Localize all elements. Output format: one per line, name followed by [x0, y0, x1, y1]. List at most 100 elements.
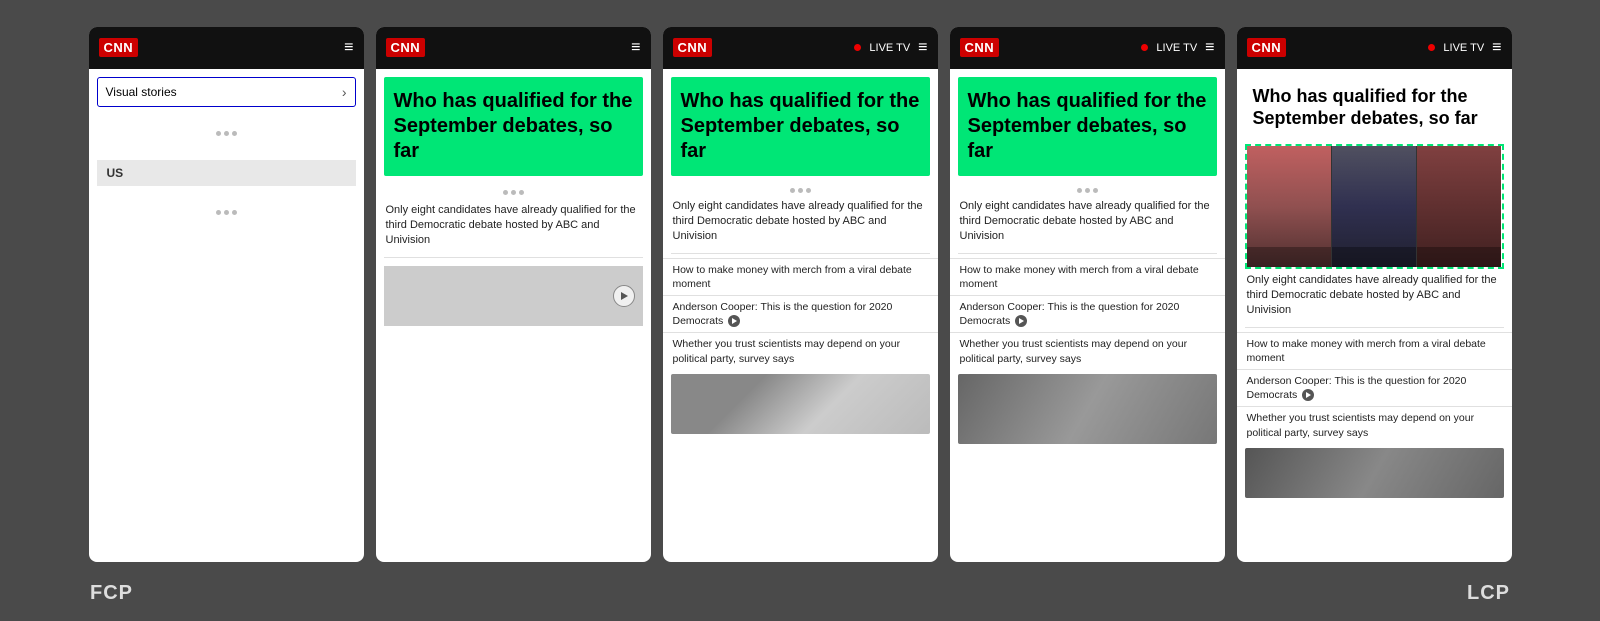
- bottom-image-3: [671, 374, 930, 434]
- main-container: CNN ≡ Visual stories › US CNN ≡: [0, 17, 1600, 572]
- sub-article-3c[interactable]: Whether you trust scientists may depend …: [663, 332, 938, 369]
- headline-title-box-2: Who has qualified for the September deba…: [384, 77, 643, 176]
- headline-title-text-2: Who has qualified for the September deba…: [394, 89, 633, 164]
- play-icon-5: [1302, 389, 1314, 401]
- article-text-3: Only eight candidates have already quali…: [663, 199, 938, 245]
- live-tv-section-4: LIVE TV ≡: [1141, 39, 1214, 57]
- live-tv-section-3: LIVE TV ≡: [854, 39, 927, 57]
- video-area-2[interactable]: [384, 266, 643, 326]
- hamburger-icon-3[interactable]: ≡: [918, 39, 927, 57]
- article-text-2: Only eight candidates have already quali…: [376, 203, 651, 249]
- phone-content-5: Who has qualified for the September deba…: [1237, 69, 1512, 562]
- sub-article-5c[interactable]: Whether you trust scientists may depend …: [1237, 406, 1512, 443]
- phone-content-1: Visual stories › US: [89, 69, 364, 562]
- loading-dots-1: [89, 111, 364, 156]
- dot-13: [1077, 188, 1082, 193]
- cnn-header-3: CNN LIVE TV ≡: [663, 27, 938, 69]
- divider-2: [384, 257, 643, 258]
- live-dot-4: [1141, 44, 1148, 51]
- live-dot-3: [854, 44, 861, 51]
- play-icon-3: [728, 315, 740, 327]
- sub-article-4c[interactable]: Whether you trust scientists may depend …: [950, 332, 1225, 369]
- dot-11: [798, 188, 803, 193]
- dot-15: [1093, 188, 1098, 193]
- phone-frame-1: CNN ≡ Visual stories › US: [89, 27, 364, 562]
- phone-frame-4: CNN LIVE TV ≡ Who has qualified for the …: [950, 27, 1225, 562]
- bottom-image-4: [958, 374, 1217, 444]
- loading-dots-3: [376, 182, 651, 203]
- loading-dots-2: [89, 190, 364, 235]
- dot-1: [216, 131, 221, 136]
- visual-stories-label: Visual stories: [106, 85, 177, 99]
- headline-title-box-4: Who has qualified for the September deba…: [958, 77, 1217, 176]
- loading-dots-5: [950, 182, 1225, 199]
- visual-stories-arrow: ›: [342, 84, 347, 100]
- divider-3: [671, 253, 930, 254]
- cnn-header-2: CNN ≡: [376, 27, 651, 69]
- divider-5: [1245, 327, 1504, 328]
- cnn-header-5: CNN LIVE TV ≡: [1237, 27, 1512, 69]
- sub-article-3b[interactable]: Anderson Cooper: This is the question fo…: [663, 295, 938, 332]
- headline-title-box-3: Who has qualified for the September deba…: [671, 77, 930, 176]
- sub-article-5a[interactable]: How to make money with merch from a vira…: [1237, 332, 1512, 369]
- phone-frame-2: CNN ≡ Who has qualified for the Septembe…: [376, 27, 651, 562]
- live-tv-section-5: LIVE TV ≡: [1428, 39, 1501, 57]
- live-tv-label-5[interactable]: LIVE TV: [1443, 42, 1484, 54]
- article-text-5: Only eight candidates have already quali…: [1237, 273, 1512, 319]
- sub-article-4a[interactable]: How to make money with merch from a vira…: [950, 258, 1225, 295]
- live-dot-5: [1428, 44, 1435, 51]
- bottom-image-5: [1245, 448, 1504, 498]
- play-triangle-icon: [619, 291, 629, 301]
- loading-dots-4: [663, 182, 938, 199]
- sub-article-5b[interactable]: Anderson Cooper: This is the question fo…: [1237, 369, 1512, 406]
- lcp-label: LCP: [1467, 582, 1510, 605]
- visual-stories-bar[interactable]: Visual stories ›: [97, 77, 356, 107]
- headline-title-text-3: Who has qualified for the September deba…: [681, 89, 920, 164]
- dot-2: [224, 131, 229, 136]
- headline-title-box-5: Who has qualified for the September deba…: [1245, 77, 1504, 138]
- phone-frame-3: CNN LIVE TV ≡ Who has qualified for the …: [663, 27, 938, 562]
- dot-7: [503, 190, 508, 195]
- sub-article-4b[interactable]: Anderson Cooper: This is the question fo…: [950, 295, 1225, 332]
- hamburger-icon-1[interactable]: ≡: [344, 39, 353, 57]
- person-center: [1331, 146, 1416, 267]
- dot-9: [519, 190, 524, 195]
- us-section-bar: US: [97, 160, 356, 186]
- dot-4: [216, 210, 221, 215]
- phone-content-3: Who has qualified for the September deba…: [663, 69, 938, 562]
- dot-14: [1085, 188, 1090, 193]
- dot-12: [806, 188, 811, 193]
- divider-4: [958, 253, 1217, 254]
- cnn-logo-5: CNN: [1247, 38, 1287, 57]
- phone-frame-5: CNN LIVE TV ≡ Who has qualified for the …: [1237, 27, 1512, 562]
- cnn-header-4: CNN LIVE TV ≡: [950, 27, 1225, 69]
- live-tv-label-4[interactable]: LIVE TV: [1156, 42, 1197, 54]
- headline-title-text-4: Who has qualified for the September deba…: [968, 89, 1207, 164]
- phone-content-4: Who has qualified for the September deba…: [950, 69, 1225, 562]
- dot-8: [511, 190, 516, 195]
- dot-5: [224, 210, 229, 215]
- cnn-header-1: CNN ≡: [89, 27, 364, 69]
- play-icon-4: [1015, 315, 1027, 327]
- cnn-logo-4: CNN: [960, 38, 1000, 57]
- video-play-btn-2[interactable]: [613, 285, 635, 307]
- cnn-logo-1: CNN: [99, 38, 139, 57]
- hamburger-icon-2[interactable]: ≡: [631, 39, 640, 57]
- sub-article-3a[interactable]: How to make money with merch from a vira…: [663, 258, 938, 295]
- live-tv-label-3[interactable]: LIVE TV: [869, 42, 910, 54]
- dot-3: [232, 131, 237, 136]
- article-text-4: Only eight candidates have already quali…: [950, 199, 1225, 245]
- phone-content-2: Who has qualified for the September deba…: [376, 69, 651, 562]
- person-right: [1416, 146, 1501, 267]
- hamburger-icon-5[interactable]: ≡: [1492, 39, 1501, 57]
- dot-6: [232, 210, 237, 215]
- people-image-5: [1245, 144, 1504, 269]
- cnn-logo-3: CNN: [673, 38, 713, 57]
- person-left: [1247, 146, 1331, 267]
- dot-10: [790, 188, 795, 193]
- cnn-logo-2: CNN: [386, 38, 426, 57]
- fcp-label: FCP: [90, 582, 133, 605]
- labels-row: FCP LCP: [70, 572, 1530, 605]
- hamburger-icon-4[interactable]: ≡: [1205, 39, 1214, 57]
- headline-title-text-5: Who has qualified for the September deba…: [1253, 85, 1496, 130]
